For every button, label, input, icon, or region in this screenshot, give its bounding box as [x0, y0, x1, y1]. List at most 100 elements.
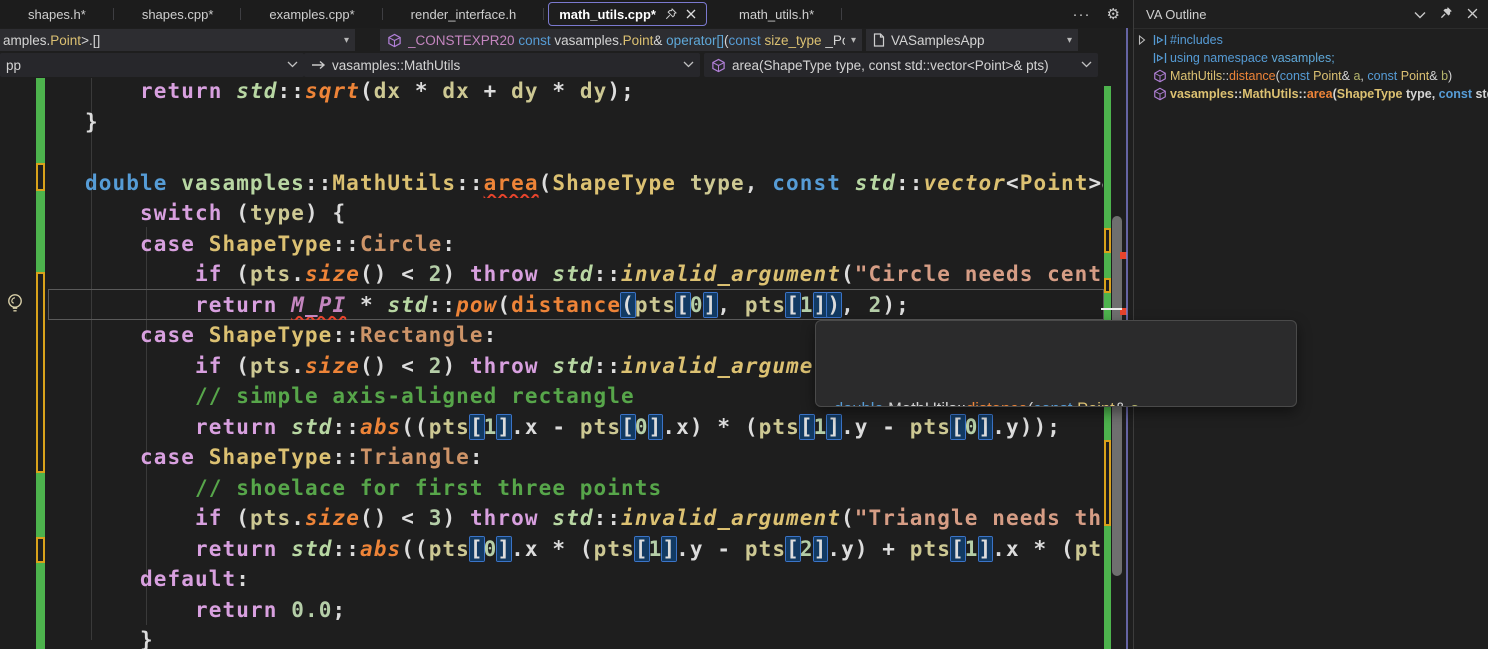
tab-label: shapes.h*	[28, 7, 86, 22]
code-token: ::	[1222, 67, 1229, 85]
close-icon[interactable]	[1467, 7, 1478, 22]
project-dropdown[interactable]: VASamplesApp ▾	[866, 29, 1078, 51]
code-token: ::	[594, 262, 622, 286]
code-line[interactable]: if (pts.size() < 3) throw std::invalid_a…	[85, 503, 1103, 534]
code-token: ) {	[305, 201, 346, 225]
code-token: .y));	[992, 415, 1061, 439]
tab-math-utils-cpp[interactable]: math_utils.cpp*	[548, 2, 707, 26]
lightbulb-icon[interactable]	[5, 292, 25, 320]
code-line[interactable]: return std::abs((pts[0].x * (pts[1].y - …	[85, 534, 1103, 565]
code-line[interactable]: return M_PI * std::pow(distance(pts[0], …	[85, 290, 1103, 321]
code-line[interactable]: switch (type) {	[85, 198, 1103, 229]
outline-item[interactable]: MathUtils::distance(const Point& a, cons…	[1134, 67, 1488, 85]
project-name: VASamplesApp	[891, 33, 985, 48]
code-token: // simple axis-aligned rectangle	[195, 384, 635, 408]
code-line[interactable]: }	[85, 107, 1103, 138]
code-line[interactable]: default:	[85, 564, 1103, 595]
code-token	[277, 537, 291, 561]
code-token: 3	[429, 506, 443, 530]
code-token: ]	[704, 293, 718, 317]
code-token: [	[470, 537, 484, 561]
code-token: ::	[332, 537, 360, 561]
tab-examples-cpp[interactable]: examples.cpp*	[241, 0, 382, 28]
tab-shapes-h[interactable]: shapes.h*	[0, 0, 114, 28]
code-token: ::	[277, 79, 305, 103]
code-token: ::	[1299, 85, 1307, 103]
code-token: pts	[745, 293, 786, 317]
expand-arrow-icon[interactable]	[1138, 35, 1146, 45]
code-token: () <	[360, 354, 429, 378]
code-token: .	[291, 506, 305, 530]
scope-dropdown[interactable]: vasamples::MathUtils	[304, 53, 700, 77]
code-token: dy	[511, 79, 539, 103]
code-line[interactable]: // shoelace for first three points	[85, 473, 1103, 504]
code-token: pts	[635, 293, 676, 317]
code-token: [	[470, 415, 484, 439]
modified-lines-marker	[36, 272, 45, 473]
code-token: pts	[594, 537, 635, 561]
code-token: [	[786, 293, 800, 317]
code-token: *	[539, 79, 580, 103]
code-token: area	[484, 171, 539, 195]
tab-overflow-icon[interactable]: ···	[1073, 6, 1091, 23]
code-token: )	[1448, 67, 1452, 85]
code-line[interactable]: double vasamples::MathUtils::area(ShapeT…	[85, 168, 1103, 199]
code-token: vasamples	[1170, 85, 1234, 103]
document-icon	[873, 33, 885, 47]
settings-gear-icon[interactable]: ⚙	[1107, 5, 1120, 23]
close-icon[interactable]	[686, 9, 696, 19]
code-line[interactable]	[85, 137, 1103, 168]
code-token: >&	[1088, 171, 1103, 195]
code-token: a	[1353, 67, 1360, 85]
code-line[interactable]: case ShapeType::Triangle:	[85, 442, 1103, 473]
definition-field-dropdown[interactable]: _CONSTEXPR20 const vasamples.Point& oper…	[380, 29, 862, 51]
context-field-dropdown[interactable]: amples.Point>.[] ▾	[0, 29, 355, 51]
code-token: (	[841, 262, 855, 286]
pin-icon[interactable]	[1440, 6, 1453, 22]
code-token: pts	[250, 262, 291, 286]
code-token: ::	[896, 171, 924, 195]
code-token: ,	[745, 171, 773, 195]
member-dropdown[interactable]: area(ShapeType type, const std::vector<P…	[704, 53, 1098, 77]
code-token: vasamples.	[551, 33, 623, 48]
code-line[interactable]: case ShapeType::Circle:	[85, 229, 1103, 260]
outline-item[interactable]: using namespace vasamples;	[1134, 49, 1488, 67]
code-token: distance	[511, 293, 621, 317]
tab-math-utils-h[interactable]: math_utils.h*	[711, 0, 842, 28]
code-line[interactable]: return std::sqrt(dx * dx + dy * dy);	[85, 78, 1103, 107]
code-token: const	[1367, 67, 1397, 85]
code-token: invalid_argume	[621, 354, 813, 378]
tab-shapes-cpp[interactable]: shapes.cpp*	[114, 0, 242, 28]
code-token: 1	[814, 415, 828, 439]
code-token	[676, 171, 690, 195]
code-token: :	[484, 323, 498, 347]
code-line[interactable]: if (pts.size() < 2) throw std::invalid_a…	[85, 259, 1103, 290]
code-token: std	[236, 79, 277, 103]
file-dropdown[interactable]: pp	[0, 53, 304, 77]
code-token: ]	[814, 537, 828, 561]
code-token: ::	[429, 293, 457, 317]
outline-item[interactable]: vasamples::MathUtils::area(ShapeType typ…	[1134, 85, 1488, 103]
outline-item[interactable]: #includes	[1134, 31, 1488, 49]
code-line[interactable]: return 0.0;	[85, 595, 1103, 626]
code-token: [	[951, 537, 965, 561]
tab-render-interface-h[interactable]: render_interface.h	[383, 0, 545, 28]
code-token: dx	[442, 79, 470, 103]
code-token: abs	[360, 537, 401, 561]
code-token: 2	[800, 537, 814, 561]
definition-field-text: _CONSTEXPR20 const vasamples.Point& oper…	[408, 33, 845, 48]
code-token: )	[442, 262, 470, 286]
code-line[interactable]: }	[85, 625, 1103, 649]
pin-icon[interactable]	[665, 8, 677, 20]
code-token: size_type	[765, 33, 822, 48]
code-token: ShapeType	[552, 171, 676, 195]
file-dropdown-text: pp	[6, 58, 21, 73]
code-token: ::	[594, 506, 622, 530]
code-token: ShapeType	[1337, 85, 1403, 103]
code-token: &	[1342, 67, 1354, 85]
chevron-down-icon[interactable]	[1414, 7, 1426, 22]
code-token: const	[728, 33, 760, 48]
code-token: () <	[360, 262, 429, 286]
code-token: distance	[1229, 67, 1276, 85]
code-line[interactable]: return std::abs((pts[1].x - pts[0].x) * …	[85, 412, 1103, 443]
